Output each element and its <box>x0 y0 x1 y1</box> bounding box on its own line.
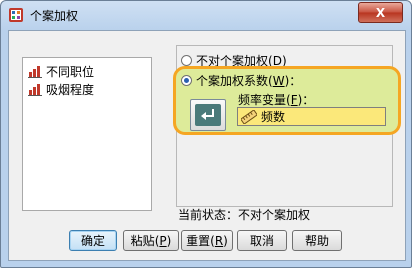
arrow-icon-bg <box>195 104 221 126</box>
ruler-icon <box>241 109 257 124</box>
radio-weight-by-label: 个案加权系数(W)： <box>196 74 302 88</box>
move-variable-button[interactable] <box>190 99 226 131</box>
frequency-variable-field[interactable]: 频数 <box>237 107 386 126</box>
reset-button[interactable]: 重置(R) <box>181 230 233 251</box>
radio-circle-icon[interactable] <box>181 55 192 66</box>
frequency-variable-value: 频数 <box>261 110 286 124</box>
spss-app-icon <box>9 8 23 22</box>
close-button[interactable]: X <box>358 2 403 23</box>
help-button[interactable]: 帮助 <box>292 230 342 251</box>
cancel-button[interactable]: 取消 <box>237 230 287 251</box>
dialog-body: 不同职位 吸烟程度 不对个案加权(D) 个案加权系数(W)： 频率变量(F)： <box>8 30 406 261</box>
variable-label: 吸烟程度 <box>46 82 95 97</box>
ok-button[interactable]: 确定 <box>69 230 117 251</box>
list-item[interactable]: 吸烟程度 <box>28 81 94 97</box>
frequency-variable-label: 频率变量(F)： <box>238 93 315 107</box>
window-title: 个案加权 <box>30 9 79 23</box>
return-arrow-icon <box>201 109 214 120</box>
scale-variable-icon <box>28 84 42 96</box>
radio-weight-by[interactable]: 个案加权系数(W)： <box>181 72 301 89</box>
paste-button[interactable]: 粘贴(P) <box>123 230 179 251</box>
list-item[interactable]: 不同职位 <box>28 63 94 79</box>
title-bar[interactable]: 个案加权 X <box>1 1 411 29</box>
radio-selected-icon[interactable] <box>181 75 192 86</box>
source-variable-list[interactable]: 不同职位 吸烟程度 <box>22 57 152 211</box>
weight-cases-dialog: 个案加权 X 不同职位 吸烟程度 不对个案加权(D) 个案加权系数(W)： 频率… <box>0 0 412 268</box>
variable-label: 不同职位 <box>46 64 95 79</box>
current-status: 当前状态：不对个案加权 <box>178 208 311 222</box>
scale-variable-icon <box>28 66 42 78</box>
